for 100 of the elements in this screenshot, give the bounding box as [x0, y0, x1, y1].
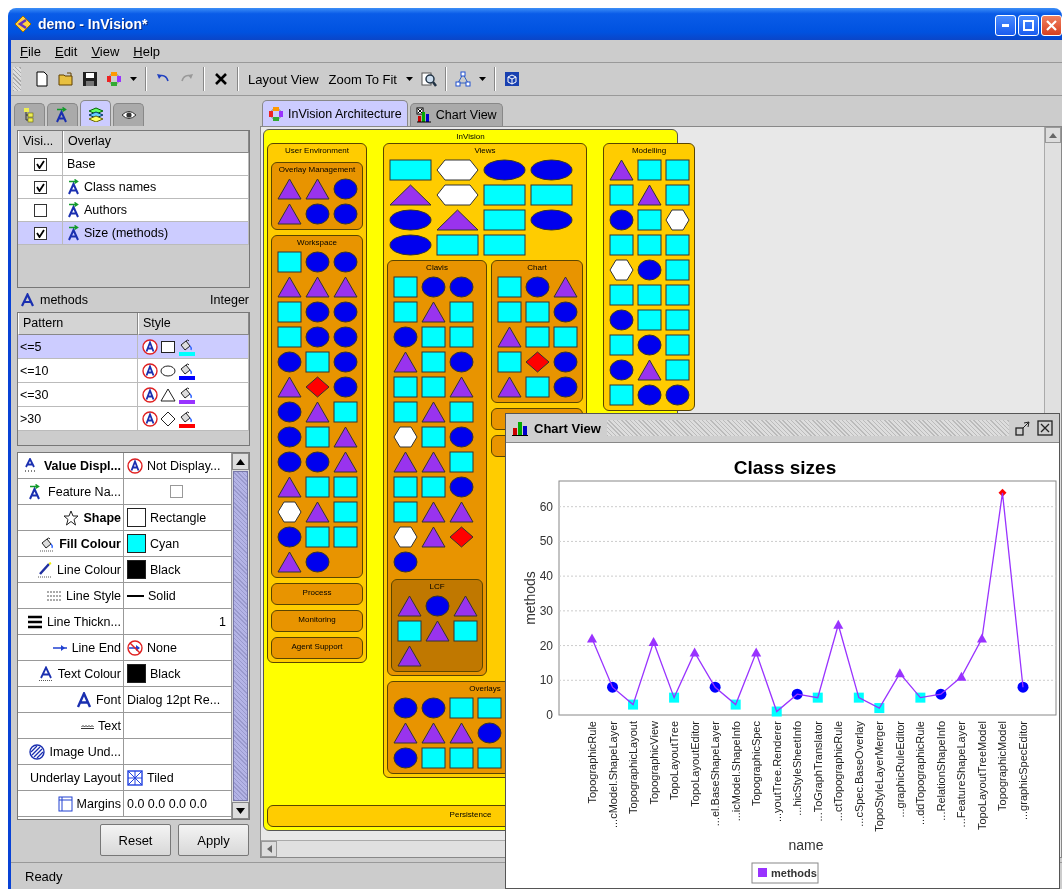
triangle-node — [552, 275, 578, 298]
panel-tab[interactable] — [80, 100, 111, 126]
data-point — [669, 692, 680, 703]
property-value: Black — [150, 562, 181, 577]
column-header[interactable]: Overlay — [63, 131, 249, 153]
square-node — [524, 375, 550, 398]
circle-node — [304, 250, 330, 273]
scrollbar[interactable] — [231, 453, 249, 819]
table-row[interactable]: <=30 — [18, 383, 249, 407]
hexagon-node — [392, 425, 418, 448]
close-icon — [1046, 19, 1057, 31]
maximize-button[interactable] — [1018, 14, 1039, 36]
square-node — [496, 350, 522, 373]
circle-node — [636, 333, 662, 356]
circle-node — [276, 350, 302, 373]
panel-tab[interactable] — [113, 103, 144, 126]
package-label: LCF — [428, 581, 446, 593]
table-row[interactable]: Size (methods) — [18, 222, 249, 245]
drag-handle[interactable] — [606, 420, 1009, 436]
square-node — [664, 333, 690, 356]
attribute-type: Integer — [210, 293, 249, 307]
checkbox[interactable] — [33, 226, 47, 240]
cube-icon — [504, 71, 520, 87]
checkbox[interactable] — [33, 203, 47, 217]
square-node — [332, 475, 358, 498]
layout-view-button[interactable]: Layout View — [244, 68, 323, 90]
toolbar-grip[interactable] — [13, 67, 21, 91]
square-node — [664, 308, 690, 331]
triangle-node — [276, 275, 302, 298]
triangle-node — [392, 350, 418, 373]
square-node — [304, 475, 330, 498]
table-row[interactable]: <=5 — [18, 335, 249, 359]
triangle-node — [420, 450, 446, 473]
margins-icon — [56, 795, 73, 812]
circle-node — [636, 383, 662, 406]
square-node — [608, 383, 634, 406]
column-header[interactable]: Style — [138, 313, 249, 335]
package-label: Clavis — [425, 262, 449, 274]
triangle-node — [448, 721, 474, 744]
property-value: 1 — [219, 614, 226, 629]
checkbox[interactable] — [33, 180, 47, 194]
apply-button[interactable]: Apply — [178, 824, 249, 856]
menu-item[interactable]: View — [84, 43, 127, 59]
circle-node — [332, 202, 358, 225]
column-header[interactable]: Pattern — [18, 313, 138, 335]
property-label: Text Colour — [57, 666, 121, 681]
circle-node — [524, 275, 550, 298]
data-point — [791, 688, 803, 700]
square-node — [636, 283, 662, 306]
document-tab[interactable]: InVision Architecture — [262, 100, 408, 126]
circle-node — [304, 202, 330, 225]
square-node — [420, 746, 446, 769]
square-node — [524, 300, 550, 323]
document-tab[interactable]: Chart View — [409, 103, 503, 126]
square-node — [304, 425, 330, 448]
category-label: TopographicView — [647, 721, 660, 805]
square-node — [476, 696, 502, 719]
axis-tick-label: 50 — [539, 534, 553, 549]
close-button[interactable] — [1037, 420, 1053, 436]
table-row[interactable]: Base — [18, 153, 249, 176]
hatched-circle-icon — [29, 743, 46, 760]
property-label: Margins — [76, 796, 121, 811]
triangle-node — [448, 375, 474, 398]
axis-tick-label: 20 — [539, 638, 553, 653]
zoom-to-fit-button[interactable]: Zoom To Fit — [324, 68, 401, 90]
table-row[interactable]: Class names — [18, 176, 249, 199]
circle-node — [332, 300, 358, 323]
checkbox[interactable] — [33, 157, 47, 171]
diamond-node — [304, 375, 330, 398]
circle-node — [608, 208, 634, 231]
menu-item[interactable]: File — [13, 43, 48, 59]
square-node — [448, 400, 474, 423]
line-thickness-icon — [26, 613, 43, 630]
table-row[interactable]: <=10 — [18, 359, 249, 383]
data-point — [915, 692, 926, 703]
table-row[interactable]: Authors — [18, 199, 249, 222]
category-label: ...ToGraphTranslator — [811, 721, 824, 822]
triangle-node — [608, 158, 634, 181]
menu-item[interactable]: Help — [126, 43, 168, 59]
triangle-node — [392, 450, 418, 473]
triangle-node — [304, 177, 330, 200]
property-value: None — [147, 640, 177, 655]
circle-node — [276, 450, 302, 473]
triangle-node — [452, 594, 478, 617]
minimize-button[interactable] — [995, 14, 1016, 36]
reset-button[interactable]: Reset — [100, 824, 171, 856]
property-label: Image Und... — [49, 744, 121, 759]
hexagon-node — [392, 525, 418, 548]
circle-node — [304, 325, 330, 348]
column-header[interactable]: Visi... — [18, 131, 63, 153]
panel-tab[interactable] — [47, 103, 78, 126]
data-point — [833, 619, 844, 629]
table-row[interactable]: >30 — [18, 407, 249, 431]
rectangle-node — [436, 233, 479, 256]
checkbox[interactable] — [170, 485, 183, 498]
pattern-text: <=30 — [18, 383, 138, 406]
network-button[interactable] — [452, 68, 474, 90]
panel-tab[interactable] — [14, 103, 45, 126]
menu-item[interactable]: Edit — [47, 43, 85, 59]
restore-button[interactable] — [1015, 420, 1031, 436]
